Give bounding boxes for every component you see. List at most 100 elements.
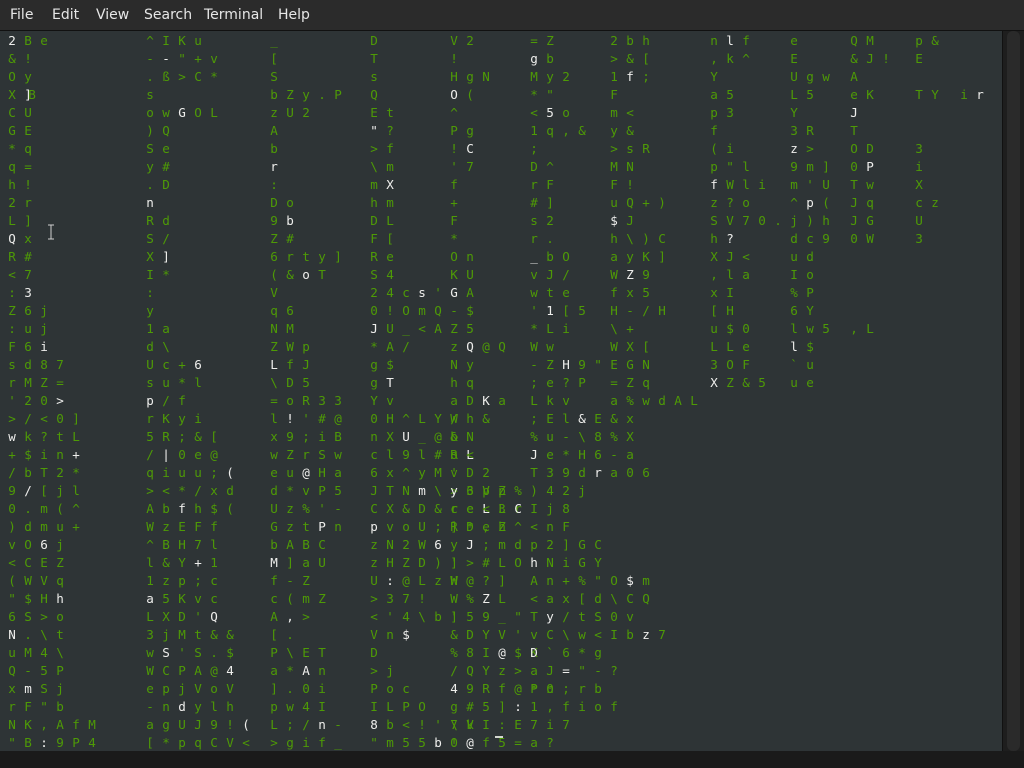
terminal-glyph: b — [546, 51, 554, 66]
terminal-glyph: / — [402, 339, 410, 354]
terminal-glyph: 5 — [806, 87, 814, 102]
terminal-glyph: p — [302, 339, 310, 354]
menu-search[interactable]: Search — [144, 0, 192, 30]
terminal-glyph: l — [790, 339, 798, 354]
terminal-glyph: z — [710, 195, 718, 210]
terminal-glyph: A — [466, 285, 474, 300]
terminal-glyph: z — [162, 519, 170, 534]
terminal-glyph: 2 — [8, 33, 16, 48]
terminal-glyph: W — [530, 339, 538, 354]
terminal-glyph: , — [40, 717, 48, 732]
terminal-glyph: Q — [626, 195, 634, 210]
terminal-glyph: S — [146, 141, 154, 156]
terminal-glyph: L — [866, 321, 874, 336]
terminal-glyph: < — [530, 519, 538, 534]
terminal-glyph: * — [530, 87, 538, 102]
terminal-glyph: X — [386, 501, 394, 516]
terminal-glyph: s — [146, 375, 154, 390]
terminal-glyph: N — [626, 159, 634, 174]
terminal-glyph: \ — [370, 159, 378, 174]
terminal-glyph: A — [434, 321, 442, 336]
terminal-glyph: \ — [562, 627, 570, 642]
terminal-glyph: \ — [40, 627, 48, 642]
terminal-glyph: V — [226, 735, 234, 750]
terminal-glyph: P — [402, 699, 410, 714]
terminal-glyph: Q — [466, 663, 474, 678]
terminal-glyph: J — [866, 51, 874, 66]
terminal-scrollbar[interactable] — [1003, 31, 1024, 751]
terminal-glyph: 5 — [466, 321, 474, 336]
terminal-glyph: - — [24, 663, 32, 678]
terminal-glyph: < — [530, 591, 538, 606]
terminal-glyph: M — [286, 321, 294, 336]
terminal-glyph: 6 — [24, 339, 32, 354]
terminal-glyph: Y — [594, 555, 602, 570]
terminal-glyph: u — [162, 375, 170, 390]
terminal-glyph: H — [450, 573, 458, 588]
terminal-glyph: ; — [530, 375, 538, 390]
terminal-glyph: A — [386, 339, 394, 354]
menu-terminal[interactable]: Terminal — [204, 0, 263, 30]
terminal-glyph: Z — [286, 447, 294, 462]
terminal-glyph: i — [318, 681, 326, 696]
terminal-glyph: o — [210, 681, 218, 696]
terminal-glyph: $ — [514, 645, 522, 660]
terminal-glyph: \ — [626, 231, 634, 246]
terminal-output[interactable]: 2 Be ^ I Ku _ D V 2 = Z 2 b h n l f e Q Mp & &! - - " + v[T! g b > &[,… — [0, 31, 1003, 751]
terminal-glyph: q — [866, 195, 874, 210]
menu-file[interactable]: File — [10, 0, 33, 30]
menu-edit[interactable]: Edit — [52, 0, 79, 30]
terminal-glyph: M — [178, 627, 186, 642]
terminal-glyph: 6 — [270, 249, 278, 264]
terminal-glyph: u — [178, 465, 186, 480]
terminal-glyph: M — [866, 33, 874, 48]
menu-help[interactable]: Help — [278, 0, 310, 30]
terminal-glyph: Y — [710, 69, 718, 84]
terminal-glyph: l — [726, 267, 734, 282]
terminal-glyph: _ — [498, 609, 506, 624]
terminal-glyph: ^ — [72, 501, 80, 516]
terminal-glyph: 5 — [578, 303, 586, 318]
terminal-glyph: / — [194, 483, 202, 498]
terminal-glyph: " — [514, 609, 522, 624]
terminal-glyph: e — [466, 501, 474, 516]
terminal-glyph: @ — [334, 411, 342, 426]
terminal-glyph: ] — [24, 213, 32, 228]
terminal-glyph: f — [742, 33, 750, 48]
terminal-glyph: U — [286, 105, 294, 120]
terminal-glyph: [ — [578, 591, 586, 606]
terminal-glyph: / — [562, 609, 570, 624]
terminal-glyph: H — [578, 447, 586, 462]
terminal-glyph: R — [806, 123, 814, 138]
terminal-glyph: ! — [24, 177, 32, 192]
terminal-glyph: O — [418, 699, 426, 714]
scrollbar-thumb[interactable] — [1007, 31, 1020, 751]
terminal-glyph: j — [546, 501, 554, 516]
terminal-glyph: f — [72, 717, 80, 732]
terminal-glyph: & — [482, 411, 490, 426]
terminal-glyph: / — [162, 393, 170, 408]
terminal-glyph: @ — [482, 339, 490, 354]
terminal-glyph: o — [286, 393, 294, 408]
terminal-glyph: & — [610, 411, 618, 426]
terminal-glyph: * — [466, 519, 474, 534]
terminal-glyph: 2 — [302, 105, 310, 120]
menu-view[interactable]: View — [96, 0, 129, 30]
terminal-glyph: u — [56, 519, 64, 534]
terminal-glyph: W — [24, 573, 32, 588]
terminal-glyph: I — [162, 33, 170, 48]
terminal-glyph: r — [24, 195, 32, 210]
terminal-glyph: m — [806, 159, 814, 174]
terminal-glyph: J — [530, 447, 538, 462]
terminal-glyph: Z — [626, 267, 634, 282]
terminal-glyph: p — [162, 681, 170, 696]
terminal-glyph: L — [498, 501, 506, 516]
terminal-glyph: / — [146, 447, 154, 462]
terminal-glyph: X — [710, 375, 718, 390]
terminal-glyph: R — [642, 141, 650, 156]
terminal-glyph: x — [710, 285, 718, 300]
terminal-glyph: 9 — [790, 159, 798, 174]
terminal-glyph: Z — [546, 357, 554, 372]
terminal-glyph: a — [742, 267, 750, 282]
terminal-glyph: ] — [270, 681, 278, 696]
